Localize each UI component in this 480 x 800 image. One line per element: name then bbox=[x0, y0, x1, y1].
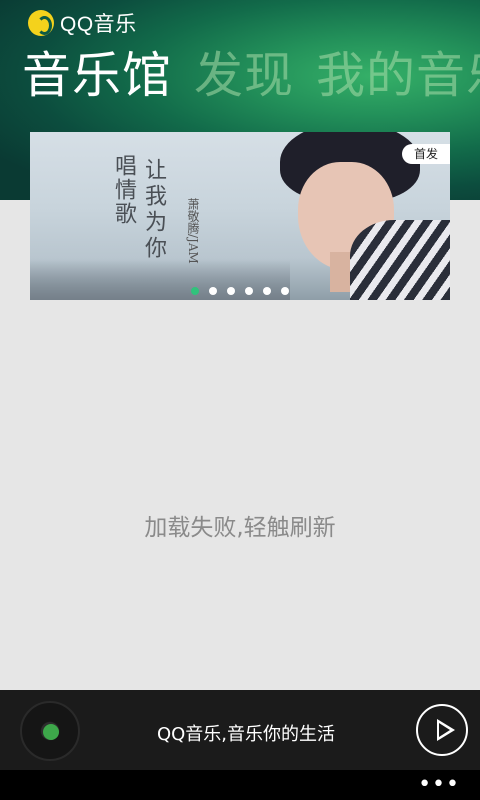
album-disc-icon[interactable] bbox=[20, 701, 80, 761]
banner-pagination bbox=[191, 287, 289, 295]
promo-banner[interactable]: 唱情歌 让我为你 萧敬腾/JAM 首发 bbox=[30, 132, 450, 300]
banner-headline-2: 让我为你 bbox=[141, 158, 166, 262]
play-button[interactable] bbox=[416, 704, 468, 756]
app-header: QQ音乐 bbox=[28, 8, 137, 38]
pivot-nav: 音乐馆 发现 我的音乐 bbox=[22, 44, 480, 108]
now-playing-text[interactable]: QQ音乐,音乐你的生活 bbox=[96, 720, 396, 746]
pivot-item-music-hall[interactable]: 音乐馆 bbox=[22, 44, 172, 108]
banner-headline-1: 唱情歌 bbox=[111, 154, 136, 226]
banner-dot[interactable] bbox=[263, 287, 271, 295]
banner-dot[interactable] bbox=[227, 287, 235, 295]
load-failed-refresh[interactable]: 加载失败,轻触刷新 bbox=[0, 508, 480, 542]
premiere-badge: 首发 bbox=[401, 144, 450, 164]
banner-artist-name: 萧敬腾/JAM bbox=[186, 198, 200, 264]
app-title: QQ音乐 bbox=[60, 13, 137, 36]
pivot-item-my-music[interactable]: 我的音乐 bbox=[316, 44, 480, 108]
page: QQ音乐 音乐馆 发现 我的音乐 唱情歌 让我为你 萧敬腾/JAM 首发 加载失… bbox=[0, 0, 480, 800]
disc-logo-icon bbox=[43, 724, 59, 740]
artist-striped-jacket bbox=[350, 220, 450, 300]
mini-player[interactable]: QQ音乐,音乐你的生活 bbox=[0, 690, 480, 770]
app-bar: ••• bbox=[0, 770, 480, 800]
banner-dot[interactable] bbox=[191, 287, 199, 295]
banner-dot[interactable] bbox=[209, 287, 217, 295]
banner-dot[interactable] bbox=[281, 287, 289, 295]
qq-music-logo-icon bbox=[28, 10, 54, 36]
pivot-item-discover[interactable]: 发现 bbox=[194, 44, 294, 108]
banner-dot[interactable] bbox=[245, 287, 253, 295]
more-options-icon[interactable]: ••• bbox=[418, 772, 460, 797]
